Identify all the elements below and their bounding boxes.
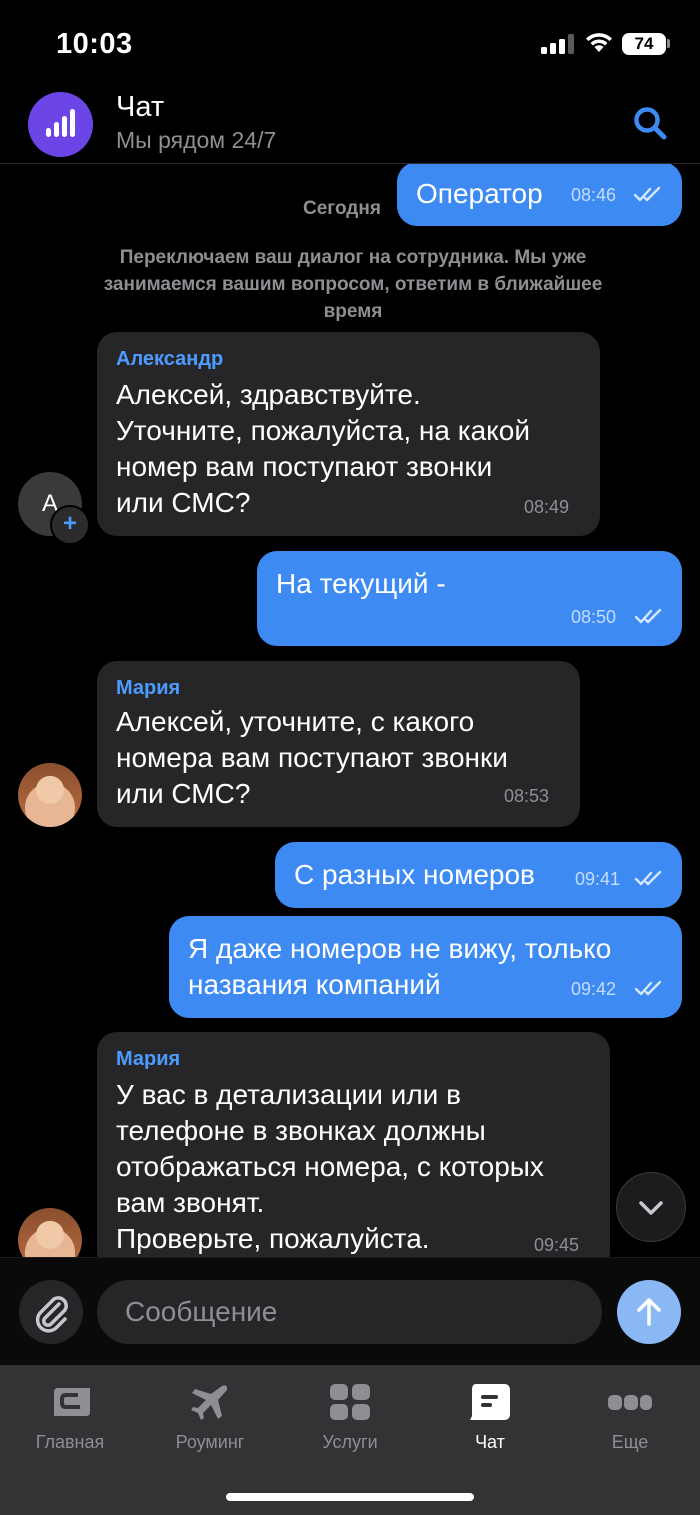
tab-roaming[interactable]: Роуминг bbox=[150, 1380, 270, 1460]
status-time: 10:03 bbox=[56, 28, 133, 60]
avatar[interactable] bbox=[18, 763, 82, 827]
tab-label: Услуги bbox=[322, 1432, 378, 1452]
more-dots-icon bbox=[608, 1395, 652, 1410]
message-bubble-outgoing[interactable]: Я даже номеров не вижу, только названия … bbox=[169, 916, 682, 1018]
cellular-signal-icon bbox=[541, 34, 574, 54]
read-ticks-icon bbox=[634, 980, 662, 996]
read-ticks-icon bbox=[633, 186, 661, 202]
home-indicator bbox=[226, 1493, 474, 1501]
attach-button[interactable] bbox=[19, 1280, 83, 1344]
add-contact-icon[interactable]: + bbox=[50, 505, 90, 545]
message-time: 08:49 bbox=[524, 497, 570, 517]
sender-name: Александр bbox=[116, 348, 224, 370]
message-line: Алексей, уточните, с какого bbox=[116, 706, 475, 737]
message-time: 09:42 bbox=[571, 979, 617, 999]
scroll-down-button[interactable] bbox=[616, 1172, 686, 1242]
read-ticks-icon bbox=[634, 870, 662, 886]
system-message: Переключаем ваш диалог на сотрудника. Мы… bbox=[103, 247, 603, 322]
home-card-icon bbox=[54, 1388, 90, 1416]
message-line: Проверьте, пожалуйста. bbox=[116, 1223, 430, 1254]
message-list[interactable]: Сегодня Оператор 08:46 Переключаем ваш д… bbox=[0, 164, 700, 1257]
message-line: отображаться номера, с которых bbox=[116, 1151, 544, 1182]
tab-label: Чат bbox=[475, 1432, 505, 1452]
tab-home[interactable]: Главная bbox=[10, 1380, 130, 1460]
tab-label: Еще bbox=[611, 1432, 649, 1452]
chevron-down-icon bbox=[639, 1201, 663, 1215]
tab-label: Роуминг bbox=[175, 1432, 245, 1452]
message-time: 08:50 bbox=[571, 607, 617, 627]
chat-bubble-icon bbox=[470, 1384, 510, 1420]
message-time: 08:53 bbox=[504, 786, 550, 806]
message-line: вам звонят. bbox=[116, 1187, 265, 1218]
message-input[interactable] bbox=[97, 1280, 602, 1344]
message-line: номера вам поступают звонки bbox=[116, 742, 508, 773]
operator-logo-icon[interactable] bbox=[28, 92, 93, 157]
tab-services[interactable]: Услуги bbox=[290, 1380, 410, 1460]
message-text: На текущий - bbox=[276, 568, 446, 599]
message-line: телефоне в звонках должны bbox=[116, 1115, 486, 1146]
message-line: У вас в детализации или в bbox=[116, 1079, 461, 1110]
message-line: названия компаний bbox=[188, 969, 441, 1000]
read-ticks-icon bbox=[634, 608, 662, 624]
message-time: 09:45 bbox=[534, 1235, 580, 1255]
message-line: или СМС? bbox=[116, 487, 251, 518]
message-bubble-outgoing[interactable]: С разных номеров 09:41 bbox=[275, 842, 682, 908]
tab-more[interactable]: Еще bbox=[570, 1380, 690, 1460]
battery-nub bbox=[667, 39, 670, 48]
sender-name: Мария bbox=[116, 677, 181, 699]
battery-level: 74 bbox=[622, 33, 666, 55]
wifi-icon bbox=[586, 33, 612, 52]
message-line: Уточните, пожалуйста, на какой bbox=[116, 415, 530, 446]
search-icon[interactable] bbox=[630, 103, 670, 143]
message-bubble-outgoing[interactable]: На текущий - 08:50 bbox=[257, 551, 682, 646]
paperclip-icon bbox=[35, 1296, 68, 1333]
grid-icon bbox=[330, 1384, 370, 1420]
message-text: С разных номеров bbox=[294, 859, 535, 890]
message-time: 09:41 bbox=[575, 869, 621, 889]
message-bubble-incoming[interactable]: Александр Алексей, здравствуйте. Уточнит… bbox=[97, 332, 600, 536]
airplane-icon bbox=[191, 1385, 228, 1420]
avatar[interactable] bbox=[18, 1208, 82, 1257]
message-line: Я даже номеров не вижу, только bbox=[188, 933, 612, 964]
message-line: или СМС? bbox=[116, 778, 251, 809]
arrow-up-icon bbox=[637, 1298, 661, 1326]
sender-name: Мария bbox=[116, 1048, 181, 1070]
tab-chat[interactable]: Чат bbox=[430, 1380, 550, 1460]
tab-label: Главная bbox=[35, 1432, 105, 1452]
message-text: Оператор bbox=[416, 178, 543, 209]
message-bubble-incoming[interactable]: Мария У вас в детализации или в телефоне… bbox=[97, 1032, 610, 1257]
chat-title: Чат bbox=[116, 91, 165, 123]
message-bubble-outgoing[interactable]: Оператор 08:46 bbox=[397, 164, 682, 226]
message-line: Алексей, здравствуйте. bbox=[116, 379, 421, 410]
send-button[interactable] bbox=[617, 1280, 681, 1344]
message-time: 08:46 bbox=[571, 185, 617, 205]
message-bubble-incoming[interactable]: Мария Алексей, уточните, с какого номера… bbox=[97, 661, 580, 827]
chat-subtitle: Мы рядом 24/7 bbox=[116, 127, 277, 153]
date-separator: Сегодня bbox=[303, 198, 381, 219]
message-line: номер вам поступают звонки bbox=[116, 451, 493, 482]
